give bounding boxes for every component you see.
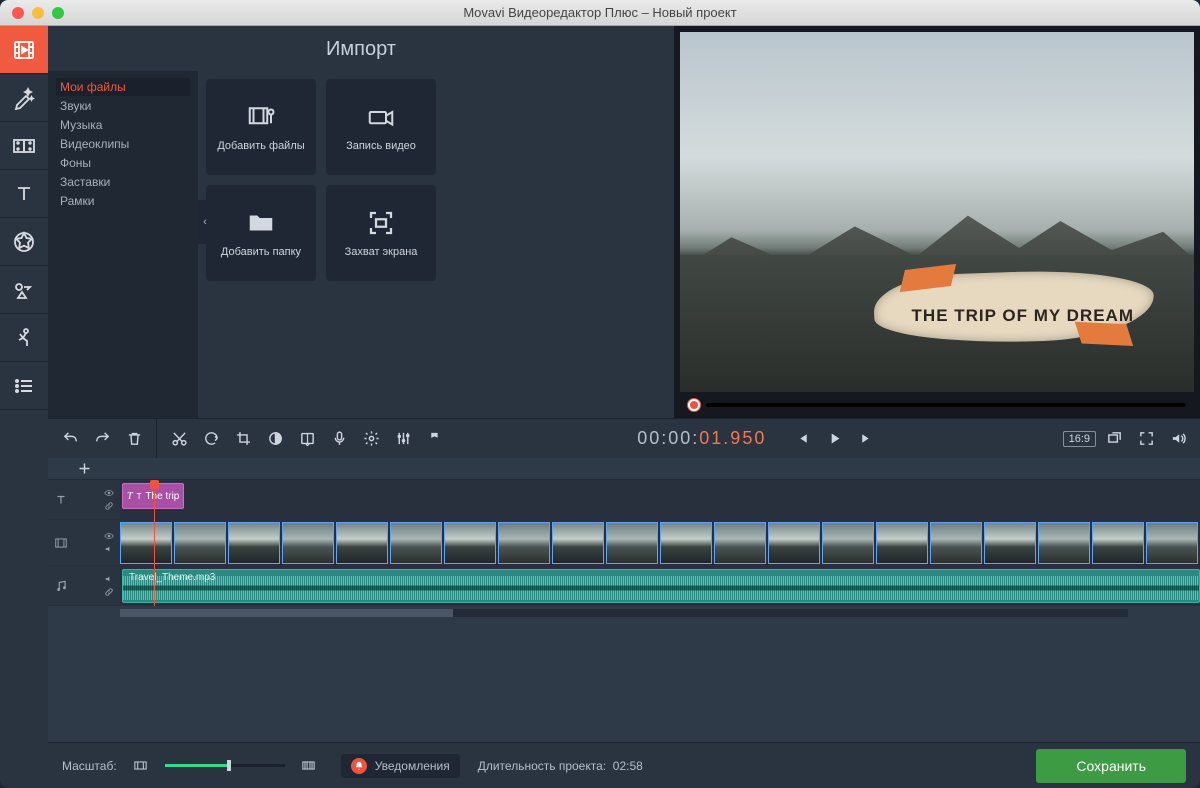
video-thumb	[1092, 522, 1144, 564]
clip-properties-button[interactable]	[293, 425, 321, 453]
prev-frame-button[interactable]	[788, 425, 816, 453]
video-clip[interactable]	[120, 522, 1200, 564]
import-category-4[interactable]: Фоны	[56, 154, 190, 172]
video-thumb	[174, 522, 226, 564]
video-thumb	[336, 522, 388, 564]
rail-filters-button[interactable]	[0, 74, 48, 122]
preview-seekbar[interactable]	[674, 392, 1200, 418]
fullscreen-button[interactable]	[1132, 425, 1160, 453]
video-thumb	[120, 522, 172, 564]
video-thumb	[768, 522, 820, 564]
video-thumb	[606, 522, 658, 564]
color-button[interactable]	[261, 425, 289, 453]
import-tiles: Добавить файлыЗапись видеоДобавить папку…	[198, 71, 674, 418]
crop-button[interactable]	[229, 425, 257, 453]
tile-record-video[interactable]: Запись видео	[326, 79, 436, 175]
zoom-in-button[interactable]	[295, 752, 323, 780]
collapse-categories-button[interactable]: ‹	[198, 200, 212, 244]
video-thumb	[660, 522, 712, 564]
seek-handle-icon[interactable]	[688, 399, 700, 411]
bell-icon	[351, 758, 367, 774]
rail-animation-button[interactable]	[0, 314, 48, 362]
detach-preview-button[interactable]	[1100, 425, 1128, 453]
toolbar: 00:00:01.950 16:9	[48, 418, 1200, 458]
volume-button[interactable]	[1164, 425, 1192, 453]
import-category-5[interactable]: Заставки	[56, 173, 190, 191]
video-thumb	[822, 522, 874, 564]
next-frame-button[interactable]	[852, 425, 880, 453]
timecode-display: 00:00:01.950	[623, 428, 780, 450]
video-thumb	[984, 522, 1036, 564]
equalizer-button[interactable]	[389, 425, 417, 453]
zoom-out-button[interactable]	[127, 752, 155, 780]
cut-button[interactable]	[165, 425, 193, 453]
settings-button[interactable]	[357, 425, 385, 453]
import-category-3[interactable]: Видеоклипы	[56, 135, 190, 153]
video-thumb	[282, 522, 334, 564]
preview-overlay-text: THE TRIP OF MY DREAM	[912, 306, 1134, 326]
import-category-6[interactable]: Рамки	[56, 192, 190, 210]
window-minimize-button[interactable]	[32, 7, 44, 19]
import-panel: Импорт Мои файлыЗвукиМузыкаВидеоклипыФон…	[48, 26, 674, 418]
window-maximize-button[interactable]	[52, 7, 64, 19]
window-title: Movavi Видеоредактор Плюс – Новый проект	[0, 5, 1200, 20]
add-track-button[interactable]	[70, 455, 98, 483]
save-button[interactable]: Сохранить	[1036, 749, 1186, 783]
app-window: Movavi Видеоредактор Плюс – Новый проект	[0, 0, 1200, 788]
tile-screen-capture[interactable]: Захват экрана	[326, 185, 436, 281]
title-track: TT The trip	[48, 480, 1200, 520]
import-categories: Мои файлыЗвукиМузыкаВидеоклипыФоныЗастав…	[48, 71, 198, 418]
left-rail	[0, 26, 48, 788]
redo-button[interactable]	[88, 425, 116, 453]
notifications-button[interactable]: Уведомления	[341, 754, 460, 778]
title-track-head	[48, 480, 120, 519]
video-thumb	[714, 522, 766, 564]
rail-more-button[interactable]	[0, 362, 48, 410]
video-thumb	[1038, 522, 1090, 564]
audio-track: Travel_Theme.mp3	[48, 566, 1200, 606]
video-thumb	[390, 522, 442, 564]
video-thumb	[876, 522, 928, 564]
preview-viewport[interactable]: THE TRIP OF MY DREAM	[680, 32, 1194, 392]
timeline-scrollbar[interactable]	[48, 606, 1200, 620]
video-track	[48, 520, 1200, 566]
audio-track-head	[48, 566, 120, 605]
audio-clip[interactable]: Travel_Theme.mp3	[122, 569, 1200, 603]
rail-import-button[interactable]	[0, 26, 48, 74]
tile-add-folder[interactable]: Добавить папку	[206, 185, 316, 281]
rail-titles-button[interactable]	[0, 170, 48, 218]
rail-callouts-button[interactable]	[0, 266, 48, 314]
video-thumb	[1146, 522, 1198, 564]
video-thumb	[444, 522, 496, 564]
footer-bar: Масштаб: Уведомления Длительность проект…	[48, 742, 1200, 788]
video-track-head	[48, 520, 120, 565]
playhead[interactable]	[154, 480, 155, 606]
tile-add-files[interactable]: Добавить файлы	[206, 79, 316, 175]
marker-button[interactable]	[421, 425, 449, 453]
rotate-button[interactable]	[197, 425, 225, 453]
window-close-button[interactable]	[12, 7, 24, 19]
video-thumb	[552, 522, 604, 564]
zoom-slider[interactable]	[165, 764, 285, 767]
preview-panel: THE TRIP OF MY DREAM	[674, 26, 1200, 418]
video-thumb	[228, 522, 280, 564]
zoom-label: Масштаб:	[62, 759, 117, 773]
import-panel-title: Импорт	[48, 34, 674, 71]
titlebar: Movavi Видеоредактор Плюс – Новый проект	[0, 0, 1200, 26]
project-duration: Длительность проекта: 02:58	[478, 759, 643, 773]
timeline: 00:00:0000:00:0500:00:1000:00:1500:00:20…	[48, 458, 1200, 742]
video-thumb	[930, 522, 982, 564]
delete-button[interactable]	[120, 425, 148, 453]
play-button[interactable]	[820, 425, 848, 453]
rail-stickers-button[interactable]	[0, 218, 48, 266]
import-category-1[interactable]: Звуки	[56, 97, 190, 115]
import-category-2[interactable]: Музыка	[56, 116, 190, 134]
aspect-ratio-button[interactable]: 16:9	[1063, 431, 1096, 447]
video-thumb	[498, 522, 550, 564]
import-category-0[interactable]: Мои файлы	[56, 78, 190, 96]
mic-button[interactable]	[325, 425, 353, 453]
rail-transitions-button[interactable]	[0, 122, 48, 170]
undo-button[interactable]	[56, 425, 84, 453]
